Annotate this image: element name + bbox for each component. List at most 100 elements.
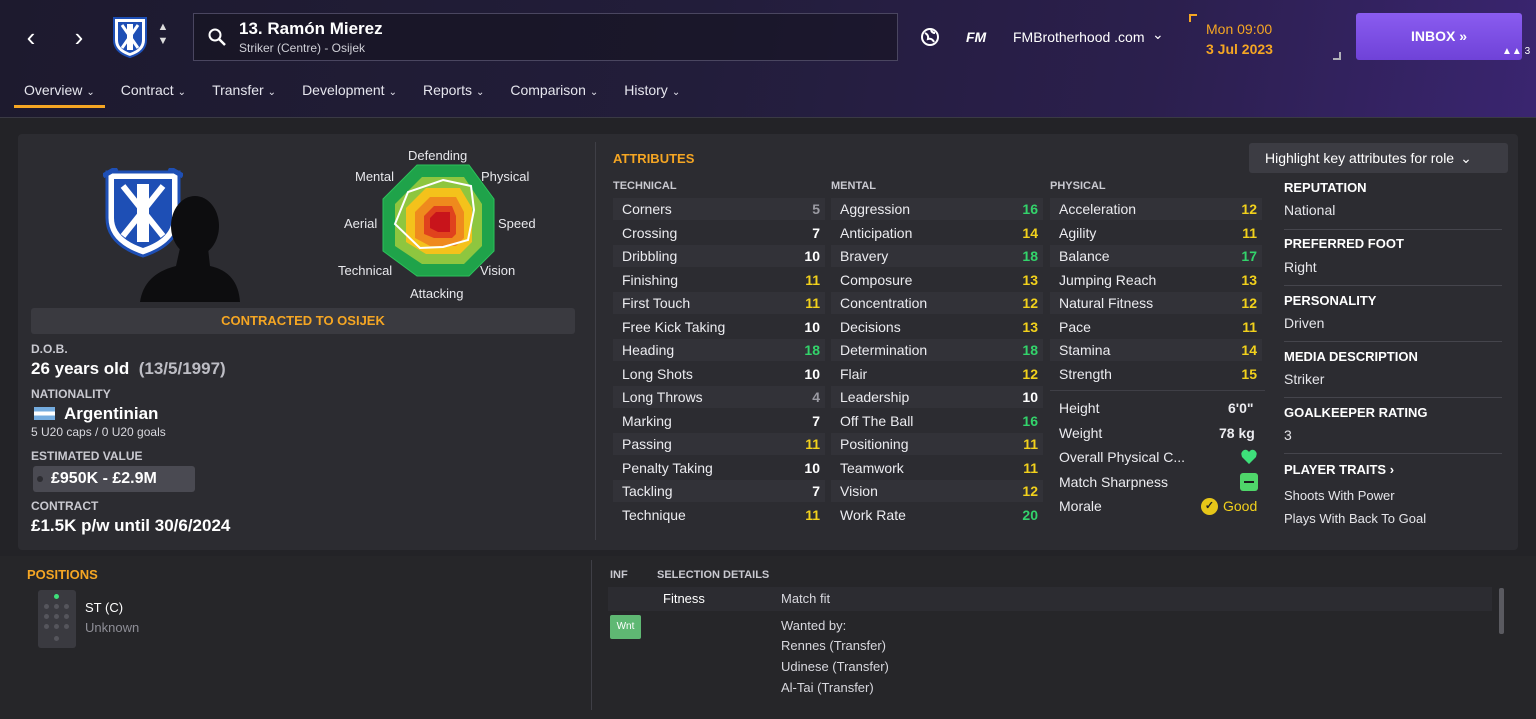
scrollbar[interactable] [1499,588,1504,634]
attribute-row[interactable]: Heading 18 [613,339,825,361]
sharpness-icon[interactable] [1240,473,1258,491]
nationality-label: NATIONALITY [31,387,111,401]
attribute-row[interactable]: Determination 18 [831,339,1043,361]
attribute-row[interactable]: Long Throws 4 [613,386,825,408]
chevron-right-icon: › [1386,462,1395,477]
height-label: Height [1059,400,1100,416]
tab-transfer[interactable]: Transfer ⌄ [202,78,286,108]
attribute-row[interactable]: Teamwork 11 [831,457,1043,479]
attribute-row[interactable]: First Touch 11 [613,292,825,314]
attribute-row[interactable]: Work Rate 20 [831,504,1043,526]
attribute-row[interactable]: Finishing 11 [613,269,825,291]
attribute-row[interactable]: Natural Fitness 12 [1050,292,1262,314]
wanted-club-item[interactable]: Rennes (Transfer) [781,638,886,653]
attribute-row[interactable]: Vision 12 [831,480,1043,502]
nationality-value[interactable]: Argentinian [64,404,158,424]
attribute-value: 11 [805,506,820,523]
attribute-row[interactable]: Long Shots 10 [613,363,825,385]
attribute-row[interactable]: Decisions 13 [831,316,1043,338]
attribute-row[interactable]: Jumping Reach 13 [1050,269,1262,291]
inbox-button[interactable]: INBOX » [1356,13,1522,60]
player-subtitle: Striker (Centre) - Osijek [239,41,366,55]
attribute-row[interactable]: Off The Ball 16 [831,410,1043,432]
fitness-label: Fitness [663,591,705,606]
game-date[interactable]: 3 Jul 2023 [1206,41,1273,57]
attribute-row[interactable]: Agility 11 [1050,222,1262,244]
search-icon [208,28,226,46]
player-traits-link[interactable]: PLAYER TRAITS › [1284,462,1394,477]
attribute-name: Long Throws [622,389,703,405]
radar-label-speed: Speed [498,216,536,231]
tab-reports[interactable]: Reports ⌄ [413,78,494,108]
attribute-name: Dribbling [622,248,678,264]
media-description-value: Striker [1284,371,1325,387]
player-switch-updown[interactable]: ▲ ▼ [156,20,170,48]
club-crest-icon[interactable] [112,16,148,58]
radar-label-physical: Physical [481,169,530,184]
tab-overview[interactable]: Overview ⌄ [14,78,105,108]
attribute-row[interactable]: Technique 11 [613,504,825,526]
attribute-value: 16 [1022,201,1038,217]
estimated-value-badge[interactable]: £950K - £2.9M [33,466,195,492]
position-pitch-icon[interactable] [38,590,76,648]
attribute-value: 4 [812,389,820,405]
wanted-club-item[interactable]: Udinese (Transfer) [781,659,889,674]
divider [1284,341,1502,342]
tab-development[interactable]: Development ⌄ [292,78,407,108]
heart-condition-icon[interactable] [1240,448,1258,466]
divider [1284,453,1502,454]
attribute-row[interactable]: Free Kick Taking 10 [613,316,825,338]
attribute-row[interactable]: Bravery 18 [831,245,1043,267]
attribute-row[interactable]: Penalty Taking 10 [613,457,825,479]
player-trait-item: Plays With Back To Goal [1284,511,1427,526]
radar-label-attacking: Attacking [410,286,464,301]
attribute-value: 7 [812,483,820,499]
attribute-row[interactable]: Aggression 16 [831,198,1043,220]
attribute-row[interactable]: Corners 5 [613,198,825,220]
wanted-club-item[interactable]: Al-Tai (Transfer) [781,680,874,695]
contract-value: £1.5K p/w until 30/6/2024 [31,516,231,535]
tab-bar: Overview ⌄ Contract ⌄ Transfer ⌄ Developmen… [14,78,696,108]
attribute-row[interactable]: Composure 13 [831,269,1043,291]
tab-contract[interactable]: Contract ⌄ [111,78,196,108]
attribute-row[interactable]: Dribbling 10 [613,245,825,267]
attribute-value: 14 [1241,342,1257,358]
media-description-label: MEDIA DESCRIPTION [1284,349,1418,364]
globe-icon[interactable] [920,27,940,47]
morale-value[interactable]: Good [1223,498,1257,514]
attribute-row[interactable]: Leadership 10 [831,386,1043,408]
tab-comparison[interactable]: Comparison ⌄ [500,78,608,108]
attribute-row[interactable]: Marking 7 [613,410,825,432]
attribute-row[interactable]: Flair 12 [831,363,1043,385]
player-search-box[interactable]: 13. Ramón Mierez Striker (Centre) - Osij… [193,13,898,61]
attribute-row[interactable]: Acceleration 12 [1050,198,1262,220]
attribute-row[interactable]: Strength 15 [1050,363,1262,385]
site-name[interactable]: FMBrotherhood .com [1013,29,1145,45]
attribute-row[interactable]: Anticipation 14 [831,222,1043,244]
attribute-value: 11 [1242,224,1257,241]
back-arrow-icon[interactable]: ‹ [18,24,44,52]
attribute-row[interactable]: Positioning 11 [831,433,1043,455]
attribute-name: Aggression [840,201,911,217]
tab-history[interactable]: History ⌄ [614,78,690,108]
attribute-row[interactable]: Stamina 14 [1050,339,1262,361]
attribute-row[interactable]: Tackling 7 [613,480,825,502]
attribute-row[interactable]: Balance 17 [1050,245,1262,267]
attribute-name: Strength [1059,365,1112,382]
chevron-down-icon[interactable]: ⌄ [1152,26,1164,43]
highlight-key-attributes-dropdown[interactable]: Highlight key attributes for role ⌄ [1249,143,1508,173]
attribute-row[interactable]: Passing 11 [613,433,825,455]
forward-arrow-icon[interactable]: › [66,24,92,52]
attribute-value: 7 [812,224,820,241]
attribute-value: 12 [1022,365,1038,382]
game-time[interactable]: Mon 09:00 [1206,21,1272,37]
contract-status-bar[interactable]: CONTRACTED TO OSIJEK [31,308,575,334]
wanted-badge[interactable]: Wnt [610,615,641,639]
attribute-name: Decisions [840,318,901,335]
attribute-value: 17 [1241,248,1257,264]
attribute-row[interactable]: Crossing 7 [613,222,825,244]
attribute-row[interactable]: Pace 11 [1050,316,1262,338]
radar-label-aerial: Aerial [344,216,378,231]
attribute-row[interactable]: Concentration 12 [831,292,1043,314]
international-caps: 5 U20 caps / 0 U20 goals [31,425,166,439]
